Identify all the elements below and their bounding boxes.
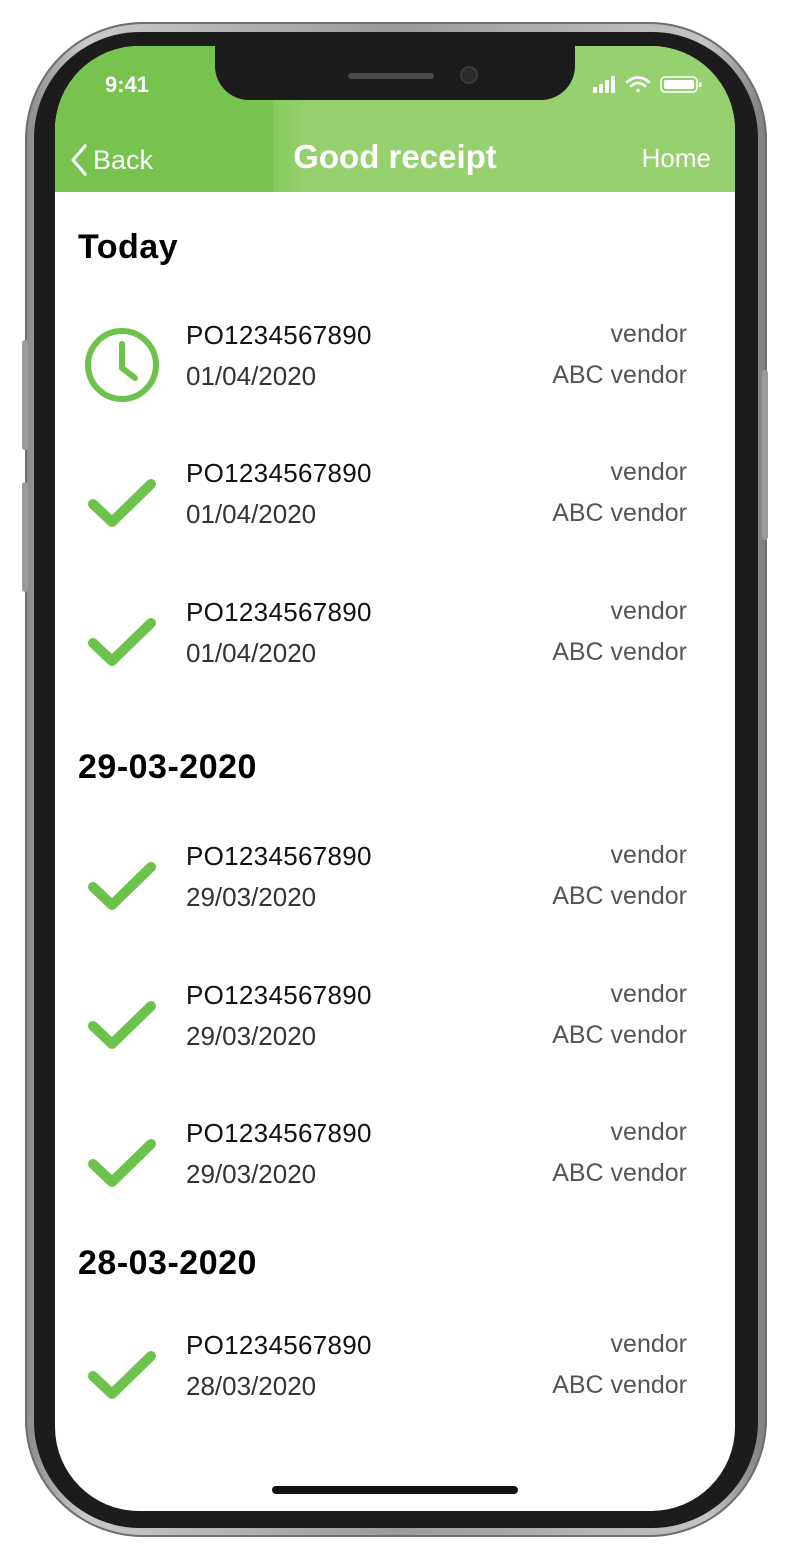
check-icon bbox=[83, 464, 161, 542]
po-number: PO1234567890 bbox=[186, 320, 372, 350]
section-title: 28-03-2020 bbox=[78, 1244, 257, 1282]
vendor-name: ABC vendor bbox=[552, 1159, 687, 1187]
receipt-date: 01/04/2020 bbox=[186, 361, 317, 391]
vendor-label: vendor bbox=[610, 320, 687, 348]
section-title: 29-03-2020 bbox=[78, 748, 257, 786]
vendor-name: ABC vendor bbox=[552, 638, 687, 666]
po-number: PO1234567890 bbox=[186, 1330, 372, 1360]
volume-button bbox=[22, 482, 28, 592]
list-item[interactable]: PO1234567890 29/03/2020 vendor ABC vendo… bbox=[55, 837, 735, 947]
front-camera bbox=[462, 68, 476, 82]
vendor-name: ABC vendor bbox=[552, 361, 687, 389]
check-icon bbox=[83, 986, 161, 1064]
notch bbox=[215, 46, 575, 100]
check-icon bbox=[83, 1336, 161, 1414]
receipt-date: 29/03/2020 bbox=[186, 882, 317, 912]
po-number: PO1234567890 bbox=[186, 458, 372, 488]
vendor-label: vendor bbox=[610, 597, 687, 625]
check-icon bbox=[83, 847, 161, 925]
vendor-label: vendor bbox=[610, 1118, 687, 1146]
nav-header: 9:41 Back Good receipt Home bbox=[55, 46, 735, 192]
status-time: 9:41 bbox=[105, 72, 150, 97]
list-item[interactable]: PO1234567890 29/03/2020 vendor ABC vendo… bbox=[55, 976, 735, 1086]
po-number: PO1234567890 bbox=[186, 980, 372, 1010]
home-button[interactable]: Home bbox=[642, 143, 711, 174]
battery-icon bbox=[660, 76, 702, 93]
list-item[interactable]: PO1234567890 01/04/2020 vendor ABC vendo… bbox=[55, 593, 735, 703]
vendor-name: ABC vendor bbox=[552, 1371, 687, 1399]
receipt-date: 01/04/2020 bbox=[186, 499, 317, 529]
home-indicator[interactable] bbox=[272, 1486, 518, 1494]
silent-switch bbox=[22, 340, 28, 450]
vendor-label: vendor bbox=[610, 458, 687, 486]
po-number: PO1234567890 bbox=[186, 841, 372, 871]
receipt-date: 29/03/2020 bbox=[186, 1021, 317, 1051]
check-icon bbox=[83, 1124, 161, 1202]
receipt-date: 29/03/2020 bbox=[186, 1159, 317, 1189]
vendor-label: vendor bbox=[610, 841, 687, 869]
vendor-name: ABC vendor bbox=[552, 499, 687, 527]
check-icon bbox=[83, 603, 161, 681]
page-title: Good receipt bbox=[293, 138, 497, 175]
po-number: PO1234567890 bbox=[186, 1118, 372, 1148]
section-title: Today bbox=[78, 228, 179, 266]
power-button bbox=[762, 370, 768, 540]
status-icons bbox=[593, 76, 702, 93]
speaker bbox=[348, 73, 434, 79]
vendor-name: ABC vendor bbox=[552, 882, 687, 910]
wifi-icon bbox=[625, 76, 651, 93]
vendor-label: vendor bbox=[610, 980, 687, 1008]
list-item[interactable]: PO1234567890 01/04/2020 vendor ABC vendo… bbox=[55, 316, 735, 426]
receipt-date: 28/03/2020 bbox=[186, 1371, 317, 1401]
clock-icon bbox=[83, 326, 161, 404]
list-item[interactable]: PO1234567890 29/03/2020 vendor ABC vendo… bbox=[55, 1114, 735, 1224]
list-item[interactable]: PO1234567890 28/03/2020 vendor ABC vendo… bbox=[55, 1326, 735, 1436]
vendor-name: ABC vendor bbox=[552, 1021, 687, 1049]
list-item[interactable]: PO1234567890 01/04/2020 vendor ABC vendo… bbox=[55, 454, 735, 564]
po-number: PO1234567890 bbox=[186, 597, 372, 627]
signal-icon bbox=[593, 76, 615, 93]
vendor-label: vendor bbox=[610, 1330, 687, 1358]
screen: 9:41 Back Good receipt Home Today PO1234… bbox=[55, 46, 735, 1511]
receipt-date: 01/04/2020 bbox=[186, 638, 317, 668]
